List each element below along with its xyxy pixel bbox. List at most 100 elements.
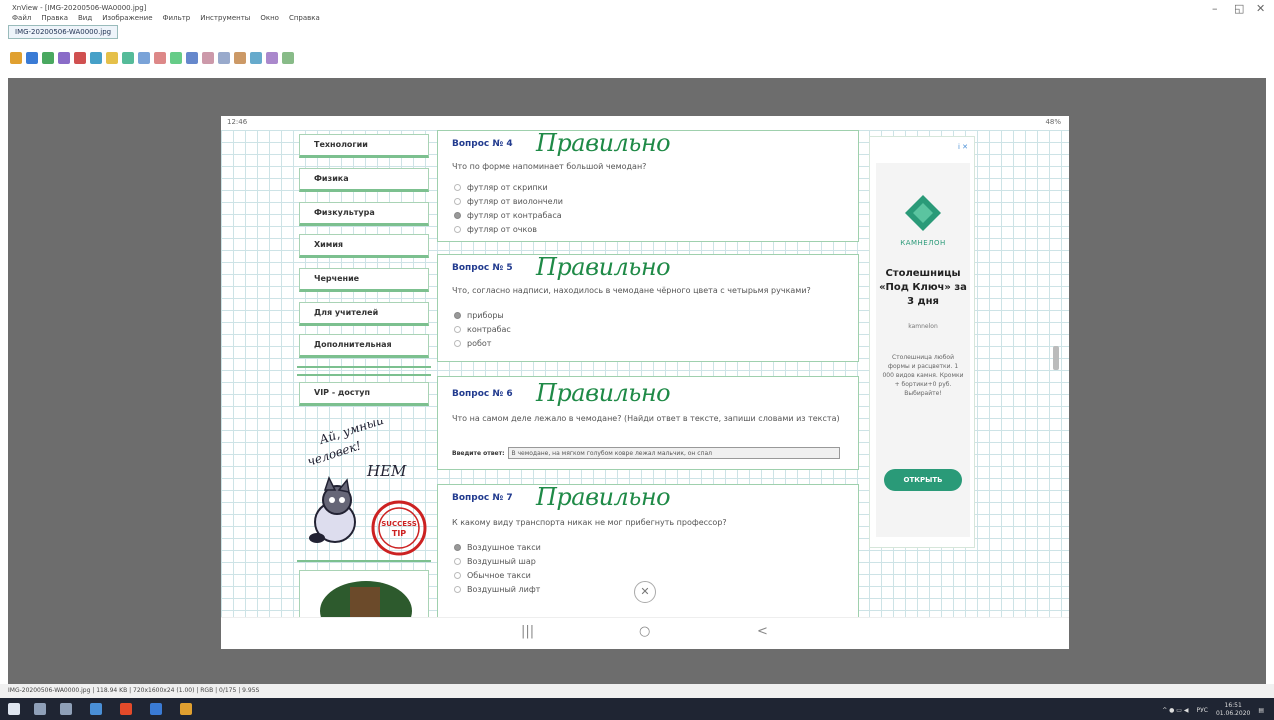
radio-button[interactable] [454,340,461,347]
windows-taskbar: ^ ● ▭ ◀ РУС 16:51 01.06.2020 ▤ [0,698,1274,720]
answer-option[interactable]: приборы [454,311,504,320]
close-icon[interactable]: ✕ [1256,2,1265,15]
screenshot-image: 12:46 48% Технологии Физика Физкультура … [221,116,1069,649]
sidebar-item-vip[interactable]: VIP - доступ [299,382,429,406]
ad-open-button[interactable]: ОТКРЫТЬ [884,469,962,491]
menu-item-window[interactable]: Окно [260,14,279,22]
tray-date: 01.06.2020 [1215,710,1251,717]
rotate-icon[interactable] [122,52,134,64]
print-icon[interactable] [58,52,70,64]
svg-text:человек!: человек! [306,438,363,469]
radio-button[interactable] [454,198,461,205]
answer-option[interactable]: Воздушный лифт [454,585,540,594]
radio-button-selected[interactable] [454,544,461,551]
settings-icon[interactable] [282,52,294,64]
answer-label: Введите ответ: [452,449,505,457]
minimize-icon[interactable]: – [1212,2,1218,15]
answer-option[interactable]: Воздушное такси [454,543,541,552]
menu-item-edit[interactable]: Правка [41,14,68,22]
ad-brand: КАМНЕЛОН [900,239,946,247]
menu-item-filter[interactable]: Фильтр [163,14,191,22]
answer-option[interactable]: Воздушный шар [454,557,536,566]
browse-icon[interactable] [26,52,38,64]
save-icon[interactable] [42,52,54,64]
resize-icon[interactable] [138,52,150,64]
answer-option[interactable]: Обычное такси [454,571,531,580]
back-button[interactable]: < [757,624,768,639]
question-title: Вопрос № 7 [452,493,513,503]
edit-icon[interactable] [106,52,118,64]
cat-sticker-icon: Ай, умный человек! НЕМ SUCCESS TIP [306,413,427,556]
question-card-4: Вопрос № 4 Правильно Что по форме напоми… [437,130,859,242]
radio-button[interactable] [454,572,461,579]
radio-button[interactable] [454,558,461,565]
zoom-in-icon[interactable] [170,52,182,64]
start-menu-icon[interactable] [8,703,20,715]
menu-item-view[interactable]: Вид [78,14,92,22]
radio-button-selected[interactable] [454,212,461,219]
answer-option[interactable]: футляр от очков [454,225,537,234]
sidebar-item-technology[interactable]: Технологии [299,134,429,158]
scan-icon[interactable] [74,52,86,64]
sidebar-item-pe[interactable]: Физкультура [299,202,429,226]
option-label: робот [467,339,492,348]
radio-button[interactable] [454,226,461,233]
tab-image[interactable]: IMG-20200506-WA0000.jpg [8,25,119,39]
sidebar-item-additional[interactable]: Дополнительная [299,334,429,358]
answer-input[interactable] [508,447,841,459]
slideshow-icon[interactable] [234,52,246,64]
answer-option[interactable]: робот [454,339,491,348]
open-icon[interactable] [10,52,22,64]
answer-option[interactable]: контрабас [454,325,511,334]
title-bar: XnView - [IMG-20200506-WA0000.jpg] Файл … [0,0,1274,24]
kamnelon-logo-icon [905,195,941,231]
crop-icon[interactable] [154,52,166,64]
sidebar-item-physics[interactable]: Физика [299,168,429,192]
option-label: Воздушный шар [467,557,536,566]
radio-button[interactable] [454,184,461,191]
answer-option[interactable]: футляр от контрабаса [454,211,562,220]
info-icon[interactable] [266,52,278,64]
radio-button[interactable] [454,326,461,333]
tray-icons[interactable]: ^ ● ▭ ◀ [1162,707,1188,714]
sidebar-item-drawing[interactable]: Черчение [299,268,429,292]
explorer-icon[interactable] [90,703,102,715]
radio-button-selected[interactable] [454,312,461,319]
advertisement[interactable]: i ✕ КАМНЕЛОН Столешницы «Под Ключ» за 3 … [869,136,975,548]
answer-option[interactable]: футляр от скрипки [454,183,548,192]
convert-icon[interactable] [90,52,102,64]
menu-item-tools[interactable]: Инструменты [200,14,250,22]
browser-icon[interactable] [120,703,132,715]
close-overlay-icon[interactable]: ✕ [634,581,656,603]
toolbar [0,40,1274,76]
recent-apps-button[interactable]: ||| [521,624,534,639]
previous-icon[interactable] [202,52,214,64]
sidebar-item-chemistry[interactable]: Химия [299,234,429,258]
menu-item-file[interactable]: Файл [12,14,31,22]
phone-status-bar: 12:46 48% [221,116,1069,130]
app-icon[interactable] [150,703,162,715]
avatar-card [299,570,429,617]
answer-option[interactable]: футляр от виолончели [454,197,563,206]
minecraft-head-icon [350,587,380,617]
xnview-icon[interactable] [180,703,192,715]
svg-text:SUCCESS: SUCCESS [381,520,417,528]
zoom-out-icon[interactable] [186,52,198,64]
tray-clock[interactable]: 16:51 01.06.2020 [1216,702,1250,718]
scrollbar-thumb[interactable] [1053,346,1059,370]
menu-item-image[interactable]: Изображение [102,14,152,22]
fullscreen-icon[interactable] [250,52,262,64]
sidebar-divider [297,366,431,368]
home-button[interactable]: ○ [639,624,650,639]
task-view-icon[interactable] [60,703,72,715]
sidebar-item-teachers[interactable]: Для учителей [299,302,429,326]
menu-item-help[interactable]: Справка [289,14,320,22]
restore-icon[interactable]: ◱ [1234,2,1244,15]
tray-language[interactable]: РУС [1197,707,1208,714]
next-icon[interactable] [218,52,230,64]
notification-icon[interactable]: ▤ [1258,707,1264,714]
avatar [320,581,412,617]
radio-button[interactable] [454,586,461,593]
search-icon[interactable] [34,703,46,715]
ad-choices-icon[interactable]: i ✕ [958,143,968,151]
